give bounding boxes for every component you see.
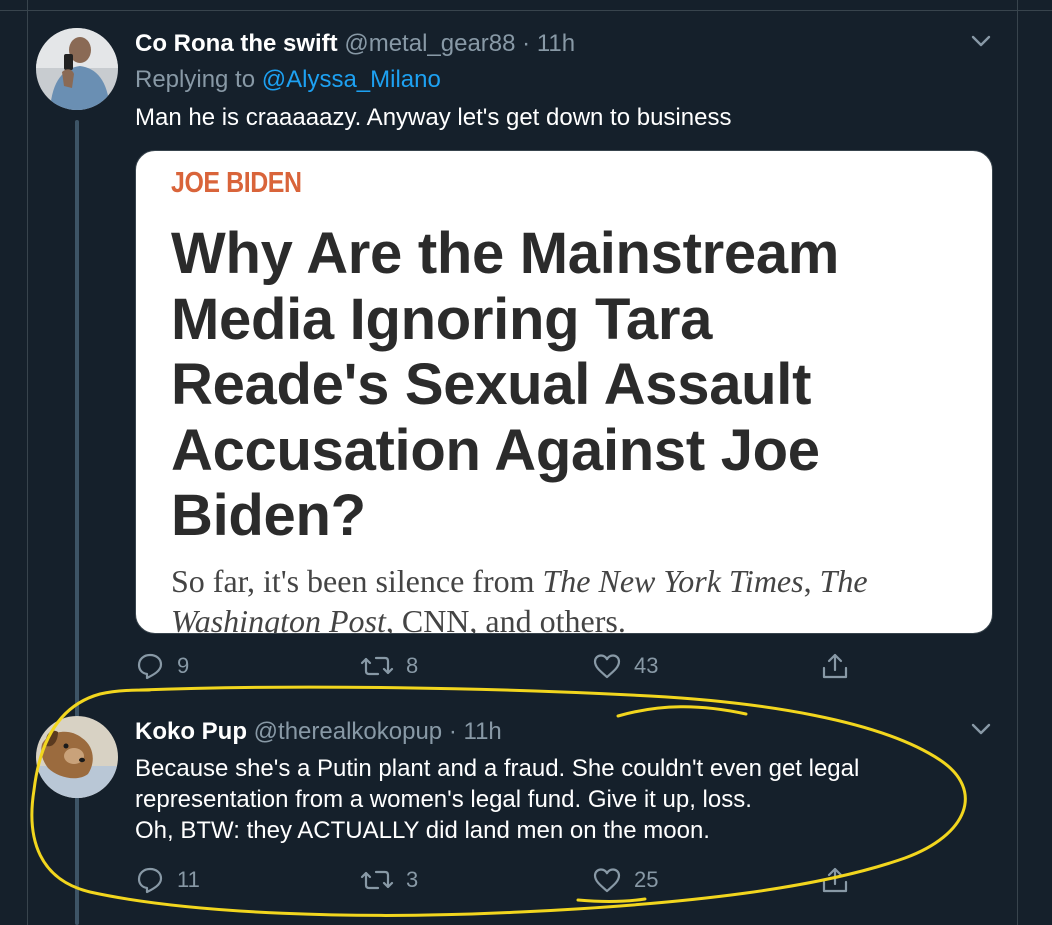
reply-icon xyxy=(137,653,163,680)
retweet-count: 3 xyxy=(406,867,419,892)
tweet-text-line: Because she's a Putin plant and a fraud.… xyxy=(135,755,860,782)
handle[interactable]: @metal_gear88 xyxy=(344,30,515,57)
retweet-button[interactable]: 8 xyxy=(360,651,418,681)
retweet-count: 8 xyxy=(406,653,419,678)
top-divider xyxy=(0,0,1052,11)
separator: · xyxy=(448,718,457,745)
handle[interactable]: @therealkokopup xyxy=(254,718,442,745)
left-border xyxy=(27,0,28,925)
reply-icon xyxy=(137,867,163,894)
timestamp[interactable]: 11h xyxy=(464,718,502,745)
retweet-icon xyxy=(360,870,394,890)
heart-icon xyxy=(593,868,621,893)
like-button[interactable]: 25 xyxy=(592,865,658,895)
card-description: So far, it's been silence from The New Y… xyxy=(171,563,868,634)
like-count: 43 xyxy=(634,653,659,678)
display-name[interactable]: Co Rona the swift xyxy=(135,30,338,57)
retweet-icon xyxy=(360,656,394,676)
tweet-more-button[interactable] xyxy=(966,26,996,56)
tweet-text: Because she's a Putin plant and a fraud.… xyxy=(135,753,995,846)
replying-to: Replying to @Alyssa_Milano xyxy=(135,66,441,94)
replying-prefix: Replying to xyxy=(135,66,256,93)
right-border xyxy=(1017,0,1018,925)
share-icon xyxy=(822,653,848,679)
avatar[interactable] xyxy=(36,716,118,798)
share-button[interactable] xyxy=(820,865,850,895)
tweet-header: Co Rona the swift @metal_gear88 · 11h xyxy=(135,30,575,58)
avatar[interactable] xyxy=(36,28,118,110)
card-headline: Why Are the Mainstream Media Ignoring Ta… xyxy=(171,221,840,548)
like-count: 25 xyxy=(634,867,659,892)
annotation-underline xyxy=(576,897,647,903)
timeline: Co Rona the swift @metal_gear88 · 11h Re… xyxy=(0,0,1052,925)
like-button[interactable]: 43 xyxy=(592,651,658,681)
reply-count: 11 xyxy=(177,867,200,892)
annotation-stroke xyxy=(616,705,748,718)
mention-link[interactable]: @Alyssa_Milano xyxy=(262,66,441,93)
reply-count: 9 xyxy=(177,653,190,678)
share-button[interactable] xyxy=(820,651,850,681)
thread-connector xyxy=(75,120,79,925)
heart-icon xyxy=(593,654,621,679)
display-name[interactable]: Koko Pup xyxy=(135,718,247,745)
card-kicker: JOE BIDEN xyxy=(171,167,302,199)
timestamp[interactable]: 11h xyxy=(537,30,575,57)
retweet-button[interactable]: 3 xyxy=(360,865,418,895)
tweet-text-line: representation from a women's legal fund… xyxy=(135,786,752,813)
tweet-header: Koko Pup @therealkokopup · 11h xyxy=(135,718,502,746)
chevron-down-icon xyxy=(971,723,991,735)
chevron-down-icon xyxy=(971,35,991,47)
separator: · xyxy=(522,30,531,57)
tweet-text-line: Oh, BTW: they ACTUALLY did land men on t… xyxy=(135,817,710,844)
share-icon xyxy=(822,867,848,893)
avatar-photo-man xyxy=(36,28,118,110)
avatar-photo-dog xyxy=(36,716,118,798)
tweet-text: Man he is craaaaazy. Anyway let's get do… xyxy=(135,104,732,131)
link-preview-card[interactable]: JOE BIDEN Why Are the Mainstream Media I… xyxy=(135,150,993,634)
reply-button[interactable]: 11 xyxy=(135,865,200,895)
tweet-more-button[interactable] xyxy=(966,714,996,744)
reply-button[interactable]: 9 xyxy=(135,651,189,681)
